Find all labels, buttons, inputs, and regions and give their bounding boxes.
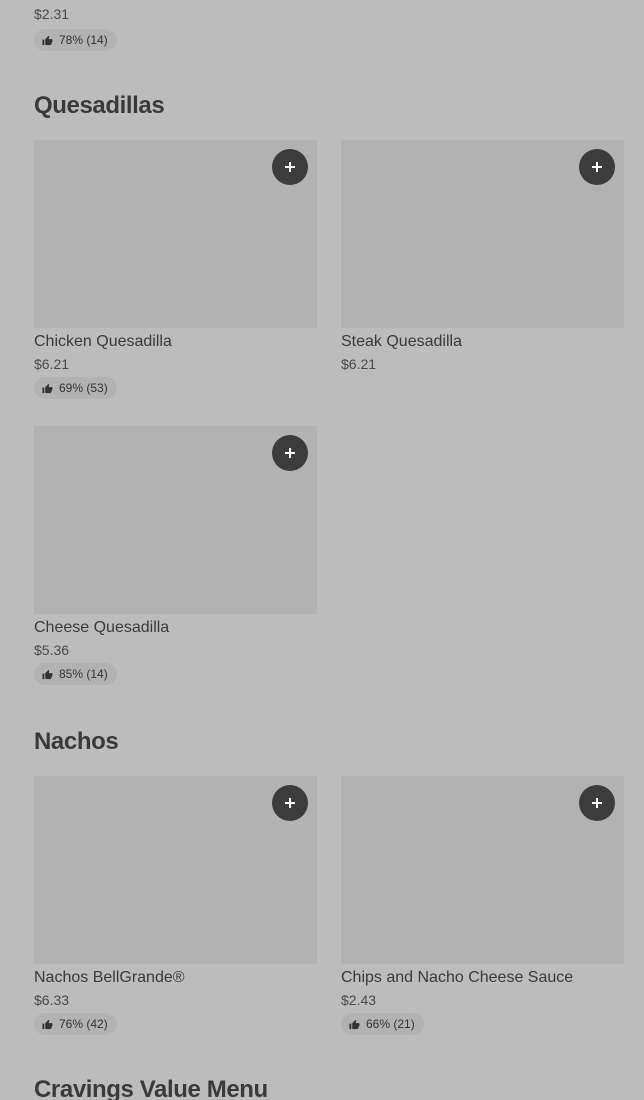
- thumbs-up-icon: [42, 669, 53, 679]
- rating-text: 69% (53): [59, 381, 108, 395]
- rating-badge: 69% (53): [34, 377, 117, 399]
- thumbs-up-icon: [42, 35, 53, 45]
- rating-badge: 78% (14): [34, 29, 117, 51]
- rating-badge: 66% (21): [341, 1013, 424, 1035]
- item-name: Cheese Quesadilla: [34, 619, 170, 636]
- item-price: $5.36: [34, 642, 70, 658]
- thumbs-up-icon: [349, 1019, 360, 1029]
- add-item-button[interactable]: [272, 435, 308, 471]
- item-price: $2.43: [341, 992, 377, 1008]
- item-price: $6.21: [341, 356, 377, 372]
- menu-page: $2.31 78% (14) Quesadillas Chicken Quesa…: [0, 0, 644, 1100]
- add-item-button[interactable]: [272, 149, 308, 185]
- section-title-nachos: Nachos: [34, 728, 119, 755]
- item-image[interactable]: [34, 776, 317, 964]
- item-price: $6.33: [34, 992, 70, 1008]
- item-price: $6.21: [34, 356, 70, 372]
- rating-badge: 85% (14): [34, 663, 117, 685]
- plus-icon: [592, 798, 602, 808]
- thumbs-up-icon: [42, 1019, 53, 1029]
- menu-item-card[interactable]: Nachos BellGrande® $6.33 76% (42): [34, 776, 317, 1035]
- item-name: Chips and Nacho Cheese Sauce: [341, 969, 574, 986]
- rating-badge: 76% (42): [34, 1013, 117, 1035]
- plus-icon: [592, 162, 602, 172]
- thumbs-up-icon: [42, 383, 53, 393]
- plus-icon: [285, 798, 295, 808]
- item-name: Chicken Quesadilla: [34, 333, 172, 350]
- menu-item-card[interactable]: Steak Quesadilla $6.21: [341, 140, 624, 373]
- section-title-cravings-value-menu: Cravings Value Menu: [34, 1076, 268, 1100]
- menu-item-card[interactable]: Chicken Quesadilla $6.21 69% (53): [34, 140, 317, 399]
- item-name: Steak Quesadilla: [341, 333, 462, 350]
- item-image[interactable]: [34, 426, 317, 614]
- rating-text: 76% (42): [59, 1017, 108, 1031]
- menu-item-partial[interactable]: $2.31 78% (14): [34, 4, 117, 51]
- rating-text: 66% (21): [366, 1017, 415, 1031]
- add-item-button[interactable]: [579, 785, 615, 821]
- item-price: $2.31: [34, 6, 70, 22]
- plus-icon: [285, 448, 295, 458]
- item-name: Nachos BellGrande®: [34, 969, 185, 986]
- section-title-quesadillas: Quesadillas: [34, 92, 165, 119]
- rating-text: 85% (14): [59, 667, 108, 681]
- menu-item-card[interactable]: Cheese Quesadilla $5.36 85% (14): [34, 426, 317, 685]
- add-item-button[interactable]: [579, 149, 615, 185]
- menu-item-card[interactable]: Chips and Nacho Cheese Sauce $2.43 66% (…: [341, 776, 624, 1035]
- rating-text: 78% (14): [59, 33, 108, 47]
- item-image[interactable]: [341, 776, 624, 964]
- item-image[interactable]: [34, 140, 317, 328]
- item-image[interactable]: [341, 140, 624, 328]
- plus-icon: [285, 162, 295, 172]
- add-item-button[interactable]: [272, 785, 308, 821]
